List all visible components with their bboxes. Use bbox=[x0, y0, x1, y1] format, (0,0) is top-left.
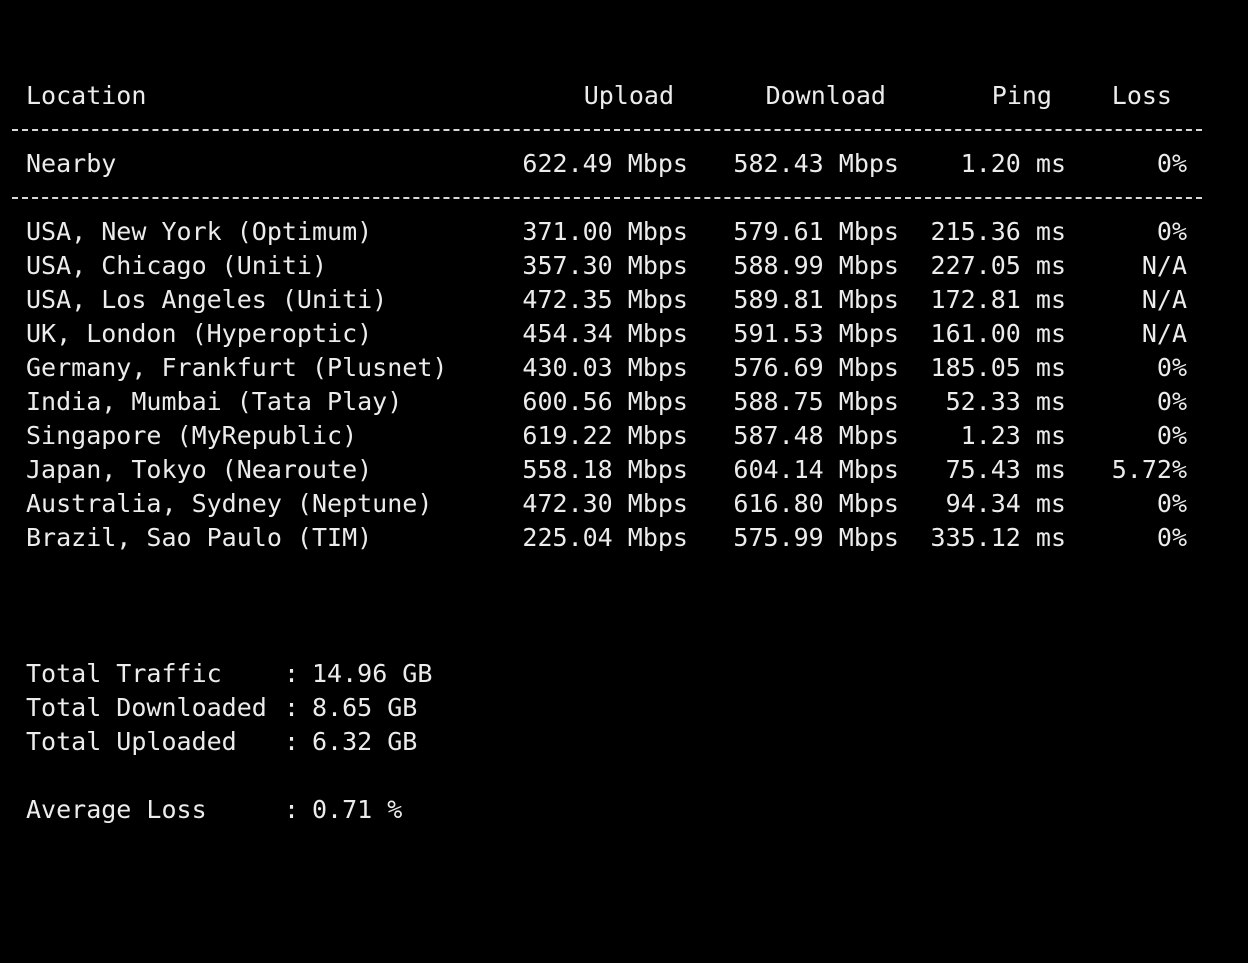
row-ping: 94.34 ms bbox=[945, 489, 1066, 518]
row-location: USA, Los Angeles (Uniti) bbox=[26, 285, 388, 314]
row-ping: 227.05 ms bbox=[930, 251, 1066, 280]
row-download: 579.61 Mbps bbox=[733, 217, 899, 246]
header-upload: Upload bbox=[583, 81, 674, 110]
summary-label: Average Loss bbox=[26, 795, 207, 824]
header-ping: Ping bbox=[991, 81, 1052, 110]
table-row: Brazil, Sao Paulo (TIM) 225.04 Mbps 575.… bbox=[0, 521, 1248, 555]
summary-total-downloaded: Total Downloaded : 8.65 GB bbox=[26, 691, 417, 725]
table-row: Australia, Sydney (Neptune) 472.30 Mbps … bbox=[0, 487, 1248, 521]
row-loss: N/A bbox=[1141, 319, 1187, 348]
table-row: UK, London (Hyperoptic) 454.34 Mbps 591.… bbox=[0, 317, 1248, 351]
header-download: Download bbox=[765, 81, 886, 110]
row-download: 575.99 Mbps bbox=[733, 523, 899, 552]
row-location: Germany, Frankfurt (Plusnet) bbox=[26, 353, 448, 382]
table-row: India, Mumbai (Tata Play) 600.56 Mbps 58… bbox=[0, 385, 1248, 419]
row-location: Singapore (MyRepublic) bbox=[26, 421, 358, 450]
row-download: 587.48 Mbps bbox=[733, 421, 899, 450]
row-upload: 558.18 Mbps bbox=[522, 455, 688, 484]
table-row: Germany, Frankfurt (Plusnet) 430.03 Mbps… bbox=[0, 351, 1248, 385]
summary-total-traffic: Total Traffic : 14.96 GB bbox=[26, 657, 432, 691]
row-ping: 52.33 ms bbox=[945, 387, 1066, 416]
row-download: 591.53 Mbps bbox=[733, 319, 899, 348]
summary-separator: : bbox=[284, 693, 300, 722]
row-ping: 335.12 ms bbox=[930, 523, 1066, 552]
summary-value: 14.96 GB bbox=[312, 659, 433, 688]
nearby-download: 582.43 Mbps bbox=[733, 149, 899, 178]
table-row: Singapore (MyRepublic) 619.22 Mbps 587.4… bbox=[0, 419, 1248, 453]
nearby-loss: 0% bbox=[1156, 149, 1187, 178]
summary-value: 0.71 % bbox=[312, 795, 403, 824]
divider-middle bbox=[12, 197, 1202, 199]
row-ping: 215.36 ms bbox=[930, 217, 1066, 246]
summary-total-uploaded: Total Uploaded : 6.32 GB bbox=[26, 725, 417, 759]
header-location: Location bbox=[26, 81, 147, 110]
row-location: Brazil, Sao Paulo (TIM) bbox=[26, 523, 373, 552]
summary-value: 8.65 GB bbox=[312, 693, 418, 722]
table-row: USA, Chicago (Uniti) 357.30 Mbps 588.99 … bbox=[0, 249, 1248, 283]
summary-label: Total Uploaded bbox=[26, 727, 237, 756]
row-download: 576.69 Mbps bbox=[733, 353, 899, 382]
summary-separator: : bbox=[284, 795, 300, 824]
row-ping: 185.05 ms bbox=[930, 353, 1066, 382]
row-loss: 0% bbox=[1156, 523, 1187, 552]
divider-top bbox=[12, 129, 1202, 131]
row-loss: N/A bbox=[1141, 285, 1187, 314]
row-location: USA, New York (Optimum) bbox=[26, 217, 373, 246]
nearby-row: Nearby 622.49 Mbps 582.43 Mbps 1.20 ms 0… bbox=[0, 147, 1248, 181]
row-upload: 371.00 Mbps bbox=[522, 217, 688, 246]
summary-value: 6.32 GB bbox=[312, 727, 418, 756]
summary-label: Total Downloaded bbox=[26, 693, 267, 722]
summary-average-loss: Average Loss : 0.71 % bbox=[26, 793, 402, 827]
row-download: 616.80 Mbps bbox=[733, 489, 899, 518]
summary-separator: : bbox=[284, 727, 300, 756]
row-loss: 0% bbox=[1156, 421, 1187, 450]
row-ping: 161.00 ms bbox=[930, 319, 1066, 348]
row-ping: 75.43 ms bbox=[945, 455, 1066, 484]
row-location: India, Mumbai (Tata Play) bbox=[26, 387, 403, 416]
row-location: Japan, Tokyo (Nearoute) bbox=[26, 455, 373, 484]
row-loss: 0% bbox=[1156, 217, 1187, 246]
row-upload: 225.04 Mbps bbox=[522, 523, 688, 552]
row-upload: 600.56 Mbps bbox=[522, 387, 688, 416]
row-loss: 0% bbox=[1156, 353, 1187, 382]
table-row: USA, New York (Optimum) 371.00 Mbps 579.… bbox=[0, 215, 1248, 249]
row-upload: 357.30 Mbps bbox=[522, 251, 688, 280]
row-upload: 472.35 Mbps bbox=[522, 285, 688, 314]
nearby-ping: 1.20 ms bbox=[960, 149, 1066, 178]
row-download: 588.99 Mbps bbox=[733, 251, 899, 280]
terminal-window: Location Upload Download Ping Loss Nearb… bbox=[0, 0, 1248, 832]
row-loss: N/A bbox=[1141, 251, 1187, 280]
row-upload: 619.22 Mbps bbox=[522, 421, 688, 450]
row-location: USA, Chicago (Uniti) bbox=[26, 251, 328, 280]
row-loss: 5.72% bbox=[1111, 455, 1187, 484]
row-location: UK, London (Hyperoptic) bbox=[26, 319, 373, 348]
row-upload: 454.34 Mbps bbox=[522, 319, 688, 348]
summary-label: Total Traffic bbox=[26, 659, 222, 688]
row-location: Australia, Sydney (Neptune) bbox=[26, 489, 433, 518]
nearby-upload: 622.49 Mbps bbox=[522, 149, 688, 178]
table-header: Location Upload Download Ping Loss bbox=[0, 79, 1248, 113]
row-download: 589.81 Mbps bbox=[733, 285, 899, 314]
header-loss: Loss bbox=[1111, 81, 1172, 110]
row-download: 604.14 Mbps bbox=[733, 455, 899, 484]
row-ping: 172.81 ms bbox=[930, 285, 1066, 314]
row-upload: 430.03 Mbps bbox=[522, 353, 688, 382]
nearby-location: Nearby bbox=[26, 149, 117, 178]
summary-separator: : bbox=[284, 659, 300, 688]
table-row: Japan, Tokyo (Nearoute) 558.18 Mbps 604.… bbox=[0, 453, 1248, 487]
row-loss: 0% bbox=[1156, 387, 1187, 416]
row-upload: 472.30 Mbps bbox=[522, 489, 688, 518]
table-row: USA, Los Angeles (Uniti) 472.35 Mbps 589… bbox=[0, 283, 1248, 317]
row-ping: 1.23 ms bbox=[960, 421, 1066, 450]
row-download: 588.75 Mbps bbox=[733, 387, 899, 416]
row-loss: 0% bbox=[1156, 489, 1187, 518]
